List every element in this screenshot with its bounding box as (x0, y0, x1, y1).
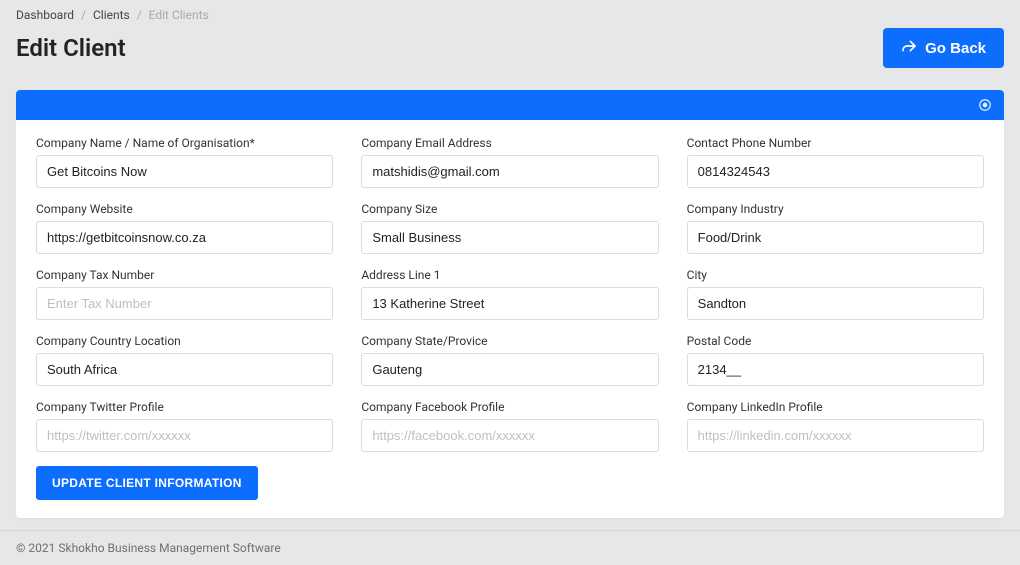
address-line1-field[interactable] (361, 287, 658, 320)
expand-icon[interactable] (978, 98, 992, 112)
city-field[interactable] (687, 287, 984, 320)
company-size-label: Company Size (361, 202, 658, 216)
company-name-label: Company Name / Name of Organisation* (36, 136, 333, 150)
state-field[interactable] (361, 353, 658, 386)
postal-code-field[interactable] (687, 353, 984, 386)
tax-number-label: Company Tax Number (36, 268, 333, 282)
edit-client-card: Company Name / Name of Organisation* Com… (16, 90, 1004, 518)
company-website-label: Company Website (36, 202, 333, 216)
linkedin-label: Company LinkedIn Profile (687, 400, 984, 414)
city-label: City (687, 268, 984, 282)
go-back-label: Go Back (925, 40, 986, 57)
breadcrumb-dashboard[interactable]: Dashboard (16, 8, 74, 22)
breadcrumb-sep: / (137, 8, 142, 22)
breadcrumb-current: Edit Clients (149, 8, 209, 22)
footer-text: © 2021 Skhokho Business Management Softw… (0, 530, 1020, 565)
page-title: Edit Client (16, 34, 126, 62)
company-industry-field[interactable] (687, 221, 984, 254)
linkedin-field[interactable] (687, 419, 984, 452)
breadcrumb-clients[interactable]: Clients (93, 8, 130, 22)
go-back-button[interactable]: Go Back (883, 28, 1004, 68)
breadcrumb-sep: / (81, 8, 86, 22)
tax-number-field[interactable] (36, 287, 333, 320)
company-website-field[interactable] (36, 221, 333, 254)
country-label: Company Country Location (36, 334, 333, 348)
company-name-field[interactable] (36, 155, 333, 188)
company-email-field[interactable] (361, 155, 658, 188)
country-field[interactable] (36, 353, 333, 386)
contact-phone-label: Contact Phone Number (687, 136, 984, 150)
update-client-button[interactable]: UPDATE CLIENT INFORMATION (36, 466, 258, 500)
breadcrumb: Dashboard / Clients / Edit Clients (16, 8, 1004, 28)
contact-phone-field[interactable] (687, 155, 984, 188)
company-industry-label: Company Industry (687, 202, 984, 216)
share-arrow-icon (901, 38, 917, 58)
card-header (16, 90, 1004, 120)
company-email-label: Company Email Address (361, 136, 658, 150)
state-label: Company State/Provice (361, 334, 658, 348)
company-size-field[interactable] (361, 221, 658, 254)
twitter-field[interactable] (36, 419, 333, 452)
address-line1-label: Address Line 1 (361, 268, 658, 282)
twitter-label: Company Twitter Profile (36, 400, 333, 414)
postal-code-label: Postal Code (687, 334, 984, 348)
facebook-label: Company Facebook Profile (361, 400, 658, 414)
facebook-field[interactable] (361, 419, 658, 452)
